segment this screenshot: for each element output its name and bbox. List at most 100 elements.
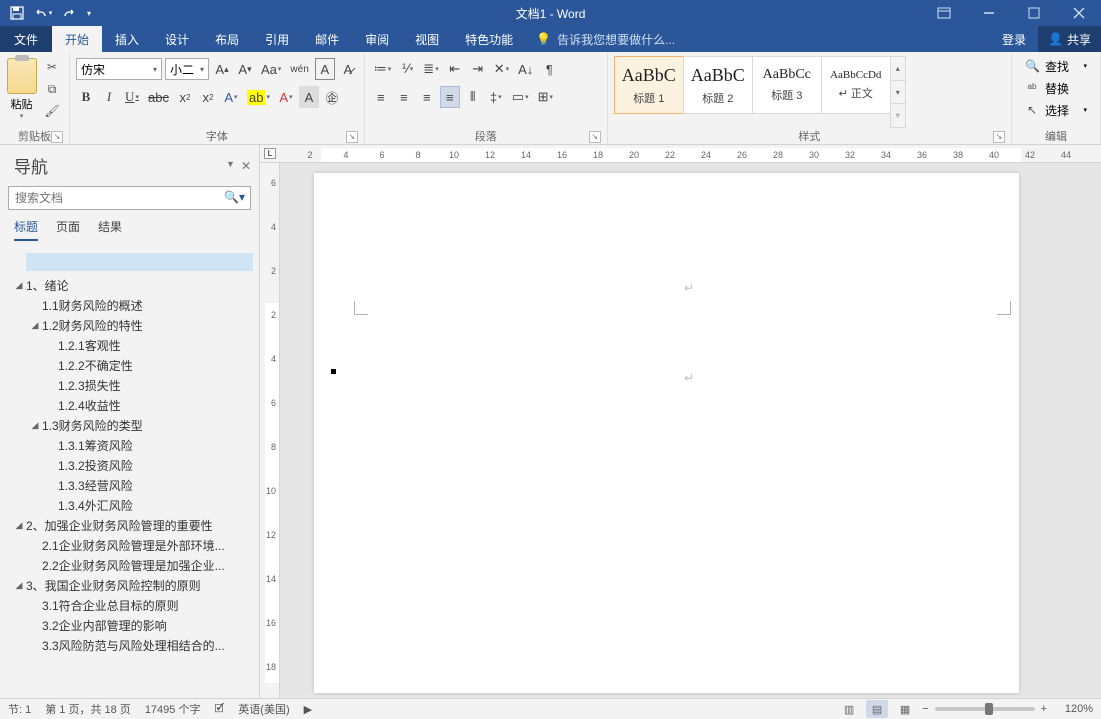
align-right-button[interactable]: ≡ (417, 86, 437, 108)
tab-特色功能[interactable]: 特色功能 (452, 26, 526, 52)
tree-item[interactable]: ◢1.3财务风险的类型 (6, 415, 253, 435)
cut-button[interactable]: ✂ (43, 58, 61, 76)
copy-button[interactable]: ⧉ (43, 80, 61, 98)
tree-item[interactable]: 1.3.2投资风险 (6, 455, 253, 475)
grow-font-button[interactable]: A▴ (212, 58, 232, 80)
zoom-thumb[interactable] (985, 703, 993, 715)
line-spacing-button[interactable]: ‡▾ (486, 86, 506, 108)
tree-item[interactable]: 1.2.2不确定性 (6, 355, 253, 375)
tree-item[interactable]: 3.3风险防范与风险处理相结合的... (6, 635, 253, 655)
style-↵ 正文[interactable]: AaBbCcDd↵ 正文 (821, 56, 891, 114)
style-标题 3[interactable]: AaBbCc标题 3 (752, 56, 822, 114)
clipboard-launcher[interactable]: ↘ (51, 131, 63, 143)
styles-gallery-more[interactable]: ▴▾▿ (890, 56, 906, 128)
tree-item[interactable]: 2.2企业财务风险管理是加强企业... (6, 555, 253, 575)
undo-button[interactable]: ▾ (30, 0, 56, 26)
tree-item[interactable]: ◢1.2财务风险的特性 (6, 315, 253, 335)
shrink-font-button[interactable]: A▾ (235, 58, 255, 80)
italic-button[interactable]: I (99, 86, 119, 108)
zoom-level[interactable]: 120% (1053, 703, 1093, 715)
clear-formatting-button[interactable]: A̷ (338, 58, 358, 80)
tab-引用[interactable]: 引用 (252, 26, 302, 52)
status-spellcheck-icon[interactable]: 🗹 (214, 700, 224, 719)
shading-button[interactable]: ▭▾ (509, 86, 532, 108)
tab-视图[interactable]: 视图 (402, 26, 452, 52)
justify-button[interactable]: ≡ (440, 86, 460, 108)
tab-审阅[interactable]: 审阅 (352, 26, 402, 52)
vertical-ruler[interactable]: 64224681012141618 (260, 163, 280, 698)
subscript-button[interactable]: x2 (175, 86, 195, 108)
highlight-button[interactable]: ab▾ (244, 86, 273, 108)
tab-file[interactable]: 文件 (0, 26, 52, 52)
login-button[interactable]: 登录 (990, 26, 1038, 52)
format-painter-button[interactable]: 🖌 (43, 102, 61, 120)
tree-item[interactable]: 3.2企业内部管理的影响 (6, 615, 253, 635)
search-icon[interactable]: 🔍▾ (224, 190, 245, 204)
save-button[interactable] (4, 0, 30, 26)
paragraph-launcher[interactable]: ↘ (589, 131, 601, 143)
distributed-button[interactable]: ⫴ (463, 86, 483, 108)
zoom-out-button[interactable]: − (922, 703, 928, 715)
nav-tab-结果[interactable]: 结果 (98, 218, 122, 241)
view-web-layout[interactable]: ▦ (894, 700, 916, 718)
view-print-layout[interactable]: ▤ (866, 700, 888, 718)
borders-button[interactable]: ⊞▾ (535, 86, 556, 108)
styles-launcher[interactable]: ↘ (993, 131, 1005, 143)
horizontal-ruler[interactable]: L 24681012141618202224262830323436384042… (260, 145, 1101, 163)
underline-button[interactable]: U▾ (122, 86, 142, 108)
tree-item[interactable]: 1.3.4外汇风险 (6, 495, 253, 515)
increase-indent-button[interactable]: ⇥ (468, 58, 488, 80)
tree-item[interactable]: 1.3.1筹资风险 (6, 435, 253, 455)
bullets-button[interactable]: ≔▾ (371, 58, 395, 80)
character-border-button[interactable]: A (315, 58, 335, 80)
tree-item[interactable]: 1.3.3经营风险 (6, 475, 253, 495)
tree-item[interactable]: 1.1财务风险的概述 (6, 295, 253, 315)
enclose-characters-button[interactable]: ㊭ (322, 86, 342, 108)
font-name-combo[interactable]: 仿宋▾ (76, 58, 162, 80)
numbering-button[interactable]: ⅟▾ (397, 58, 417, 80)
tell-me-search[interactable]: 💡 告诉我您想要做什么... (526, 26, 685, 52)
tree-item[interactable]: 3.1符合企业总目标的原则 (6, 595, 253, 615)
zoom-slider[interactable] (935, 707, 1035, 711)
ribbon-display-options[interactable] (921, 0, 966, 26)
tree-item[interactable]: 2.1企业财务风险管理是外部环境... (6, 535, 253, 555)
nav-dropdown-icon[interactable]: ▼ (226, 159, 235, 173)
tab-邮件[interactable]: 邮件 (302, 26, 352, 52)
nav-tab-标题[interactable]: 标题 (14, 218, 38, 241)
maximize-button[interactable] (1011, 0, 1056, 26)
tab-布局[interactable]: 布局 (202, 26, 252, 52)
redo-button[interactable] (56, 0, 82, 26)
tree-item[interactable]: ◢3、我国企业财务风险控制的原则 (6, 575, 253, 595)
tree-item[interactable]: ◢1、绪论 (6, 275, 253, 295)
tab-开始[interactable]: 开始 (52, 26, 102, 52)
style-标题 1[interactable]: AaBbC标题 1 (614, 56, 684, 114)
superscript-button[interactable]: x2 (198, 86, 218, 108)
tree-item[interactable]: 1.2.1客观性 (6, 335, 253, 355)
show-marks-button[interactable]: ¶ (539, 58, 559, 80)
select-button[interactable]: ↖选择▾ (1022, 100, 1090, 120)
paste-button[interactable]: 粘贴 ▾ (6, 54, 37, 120)
font-launcher[interactable]: ↘ (346, 131, 358, 143)
text-effects-button[interactable]: A▾ (221, 86, 241, 108)
nav-close-icon[interactable]: ✕ (241, 159, 251, 173)
tab-插入[interactable]: 插入 (102, 26, 152, 52)
status-words[interactable]: 17495 个字 (145, 701, 201, 717)
font-size-combo[interactable]: 小二▾ (165, 58, 209, 80)
font-color-button[interactable]: A▾ (276, 86, 296, 108)
replace-button[interactable]: ᵃᵇ替换 (1022, 78, 1090, 98)
tree-item[interactable]: 1.2.4收益性 (6, 395, 253, 415)
share-button[interactable]: 👤 共享 (1038, 26, 1101, 52)
change-case-button[interactable]: Aa▾ (258, 58, 284, 80)
tree-item[interactable]: ◢2、加强企业财务风险管理的重要性 (6, 515, 253, 535)
page[interactable]: ↵ ↵ (314, 173, 1019, 693)
style-标题 2[interactable]: AaBbC标题 2 (683, 56, 753, 114)
minimize-button[interactable] (966, 0, 1011, 26)
tree-item[interactable]: 1.2.3损失性 (6, 375, 253, 395)
qat-customize[interactable]: ▾ (82, 0, 96, 26)
character-shading-button[interactable]: A (299, 86, 319, 108)
nav-tab-页面[interactable]: 页面 (56, 218, 80, 241)
status-page[interactable]: 第 1 页，共 18 页 (45, 701, 131, 717)
decrease-indent-button[interactable]: ⇤ (445, 58, 465, 80)
phonetic-guide-button[interactable]: wén (287, 58, 311, 80)
status-macro-icon[interactable]: ▶ (304, 703, 312, 716)
